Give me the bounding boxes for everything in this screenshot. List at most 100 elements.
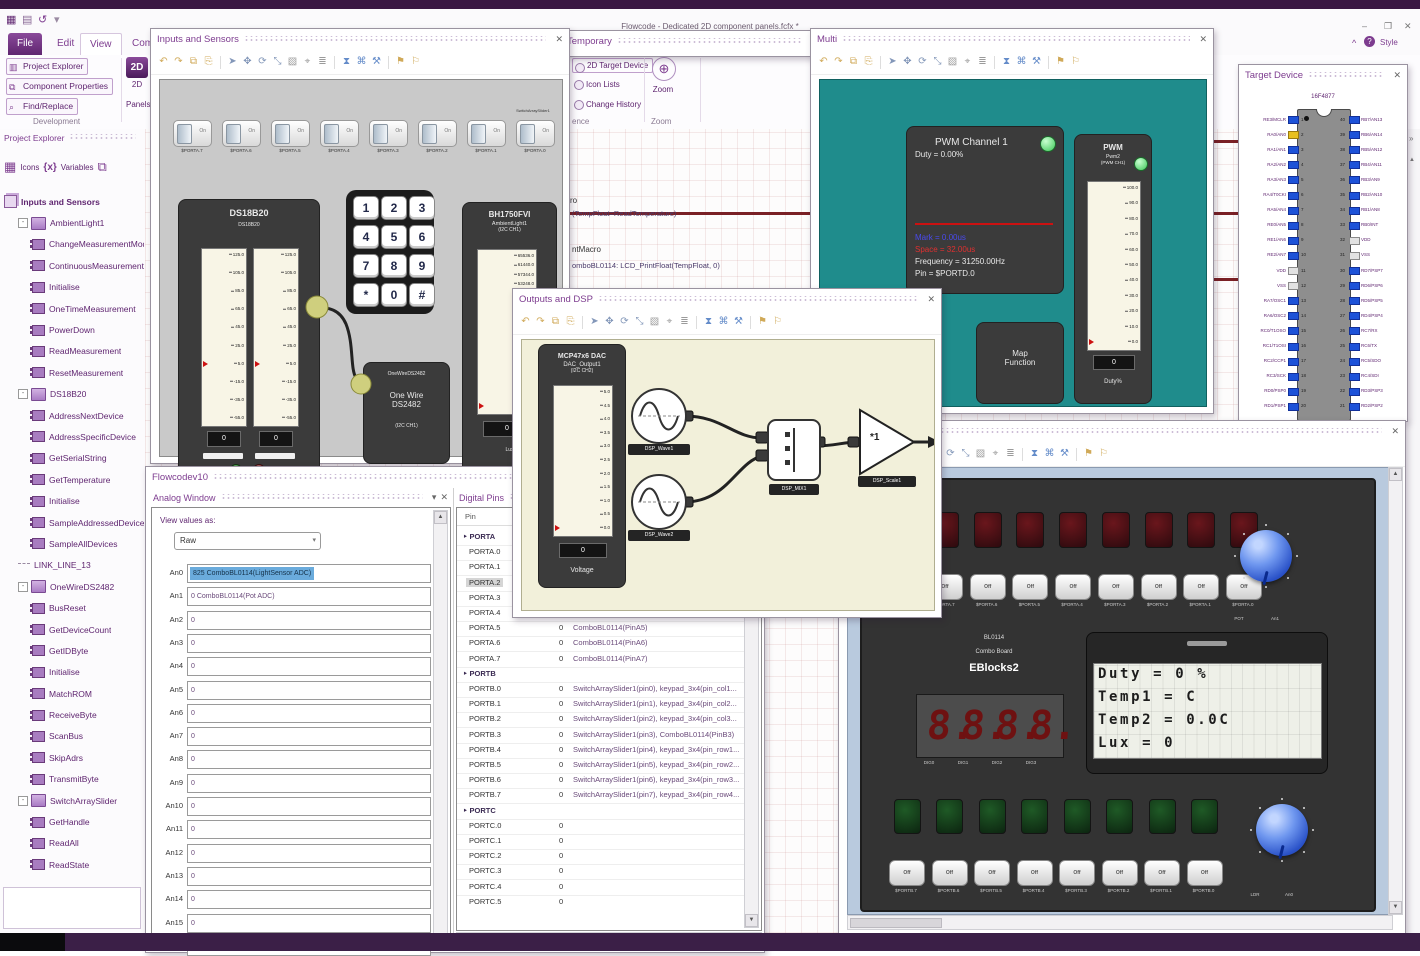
pin-stub[interactable] <box>1288 267 1299 275</box>
digital-row-porta.6[interactable]: PORTA.6 0 ComboBL0114(PinA6) <box>457 636 761 653</box>
digital-row-portc.0[interactable]: PORTC.0 0 <box>457 819 761 835</box>
analog-value-input[interactable]: 0 <box>187 750 431 770</box>
cursor-icon[interactable]: ➤ <box>588 315 601 329</box>
expander-icon[interactable]: - <box>18 795 28 806</box>
green-led[interactable] <box>1106 799 1133 834</box>
board-switch-$porta.4[interactable]: Off <box>1055 574 1092 600</box>
pin-stub[interactable] <box>1349 161 1360 170</box>
pin-stub[interactable] <box>1288 372 1299 381</box>
pin-stub[interactable] <box>1288 176 1299 185</box>
tree-item-ds18b20[interactable]: - DS18B20 <box>0 384 144 405</box>
board-switch-$portb.7[interactable]: Off <box>889 860 925 886</box>
tree-item-readmeasurement[interactable]: ReadMeasurement <box>0 341 144 362</box>
analog-value-input[interactable]: 0 <box>187 727 431 747</box>
component-properties-button[interactable]: ⧉ Component Properties <box>6 78 114 95</box>
tree-item-receivebyte[interactable]: ReceiveByte <box>0 704 144 725</box>
digital-row-portc.4[interactable]: PORTC.4 0 <box>457 880 761 896</box>
app-titlebar[interactable]: Flowcode - Dedicated 2D component panels… <box>0 9 1420 31</box>
red-led[interactable] <box>1144 512 1173 548</box>
analog-value-input[interactable]: 0 <box>187 913 431 933</box>
tree-item-getdevicecount[interactable]: GetDeviceCount <box>0 619 144 640</box>
close-icon[interactable]: ✕ <box>440 492 448 503</box>
tree-item-changemeasurementmode[interactable]: ChangeMeasurementMode <box>0 234 144 255</box>
red-led[interactable] <box>973 512 1002 548</box>
expander-icon[interactable]: - <box>18 389 28 400</box>
pin-stub[interactable] <box>1349 131 1360 140</box>
pin-stub[interactable] <box>1349 116 1360 124</box>
tree-item-getserialstring[interactable]: GetSerialString <box>0 448 144 469</box>
red-led[interactable] <box>1016 512 1045 548</box>
collapse-icon[interactable]: ▾ <box>432 492 437 503</box>
tab-edit[interactable]: Edit <box>48 33 83 55</box>
board-switch-$portb.3[interactable]: Off <box>1059 860 1095 886</box>
camera-icon[interactable]: ⌖ <box>301 55 314 69</box>
green-led[interactable] <box>936 799 963 834</box>
close-icon[interactable]: ✕ <box>1391 426 1399 437</box>
digital-row-portc.3[interactable]: PORTC.3 0 <box>457 864 761 881</box>
board-switch-$portb.0[interactable]: Off <box>1186 860 1223 886</box>
pin-stub[interactable] <box>1349 251 1360 260</box>
green-led[interactable] <box>1191 799 1218 834</box>
tree-item-sampleaddresseddevice[interactable]: SampleAddressedDevice <box>0 512 144 533</box>
paste-icon[interactable]: ⎘ <box>564 315 577 329</box>
temporary-window-titlebar[interactable]: Temporary <box>561 31 813 52</box>
pane-expand-icon[interactable]: » <box>1409 134 1413 143</box>
pin-stub[interactable] <box>1349 402 1360 411</box>
pin-stub[interactable] <box>1349 206 1360 215</box>
zoom-icon[interactable]: ⊕ <box>652 57 676 81</box>
tree-item-initialise[interactable]: Initialise <box>0 490 144 511</box>
pin-stub[interactable] <box>1349 191 1360 200</box>
tree-item-scanbus[interactable]: ScanBus <box>0 726 144 747</box>
board-switch-$portb.6[interactable]: Off <box>931 860 968 886</box>
pin-stub[interactable] <box>1288 402 1299 411</box>
rotate-icon[interactable]: ⟳ <box>916 55 929 69</box>
tab-view[interactable]: View <box>80 33 122 56</box>
pin-stub[interactable] <box>1288 282 1299 291</box>
pin-stub[interactable] <box>1349 221 1360 230</box>
camera-icon[interactable]: ⌖ <box>961 55 974 69</box>
analog-value-input[interactable]: 0 <box>187 820 431 840</box>
board-switch-$portb.1[interactable]: Off <box>1144 860 1180 886</box>
tree-item-continuousmeasurement[interactable]: ContinuousMeasurement <box>0 255 144 276</box>
zoom-button-label[interactable]: Zoom <box>648 85 678 94</box>
close-icon[interactable]: ✕ <box>1393 70 1401 81</box>
scale-icon[interactable]: ⤡ <box>633 315 646 329</box>
digital-row-portc.1[interactable]: PORTC.1 0 <box>457 834 761 850</box>
pin-stub[interactable] <box>1288 312 1299 321</box>
find-replace-button[interactable]: ⌕ Find/Replace <box>6 98 79 115</box>
2d-panel-icon[interactable]: 2D <box>126 57 148 78</box>
paste-icon[interactable]: ⎘ <box>202 55 215 69</box>
digital-row-portb.5[interactable]: PORTB.5 0 SwitchArraySlider1(pin5), keypad… <box>457 758 761 774</box>
pin-stub[interactable] <box>1288 251 1299 260</box>
app-icon[interactable]: ▦ <box>6 13 22 26</box>
scale-icon[interactable]: ⤡ <box>271 55 284 69</box>
camera-icon[interactable]: ⌖ <box>989 447 1002 461</box>
redo-icon[interactable]: ↷ <box>832 55 845 69</box>
digital-row-porta.7[interactable]: PORTA.7 0 ComboBL0114(PinA7) <box>457 652 761 668</box>
tools-icon[interactable]: ⚒ <box>1030 55 1043 69</box>
tree-item-onewireds2482[interactable]: - OneWireDS2482 <box>0 576 144 597</box>
pin-stub[interactable] <box>1288 131 1299 140</box>
analog-value-input[interactable]: 0 <box>187 703 431 723</box>
copy-icon[interactable]: ⧉ <box>847 55 860 69</box>
digital-row-portb.1[interactable]: PORTB.1 0 SwitchArraySlider1(pin1), keypad… <box>457 697 761 714</box>
move-icon[interactable]: ✥ <box>241 55 254 69</box>
tree-item-busreset[interactable]: BusReset <box>0 597 144 618</box>
close-icon[interactable]: ✕ <box>555 34 563 45</box>
chart-icon[interactable]: ⧗ <box>702 315 715 329</box>
variables-tab-label[interactable]: Variables <box>61 163 94 172</box>
scroll-thumb[interactable] <box>850 918 942 928</box>
undo-icon[interactable]: ↶ <box>519 315 532 329</box>
expander-icon[interactable]: - <box>18 218 28 229</box>
undo-icon[interactable]: ↶ <box>157 55 170 69</box>
pin-stub[interactable] <box>1288 327 1299 336</box>
more-icon[interactable]: ▾ <box>54 13 70 26</box>
macros-tab-icon[interactable]: ⧉ <box>98 159 107 175</box>
digital-row-portc.5[interactable]: PORTC.5 0 <box>457 895 761 910</box>
project-explorer-button[interactable]: ▥ Project Explorer <box>6 58 89 75</box>
pin-stub[interactable] <box>1288 191 1299 200</box>
inputs-sensors-titlebar[interactable]: Inputs and Sensors ✕ <box>151 29 569 50</box>
undo-icon[interactable]: ↺ <box>38 13 54 26</box>
pin-stub[interactable] <box>1288 236 1299 245</box>
scroll-down-icon[interactable]: ▼ <box>1389 901 1402 914</box>
